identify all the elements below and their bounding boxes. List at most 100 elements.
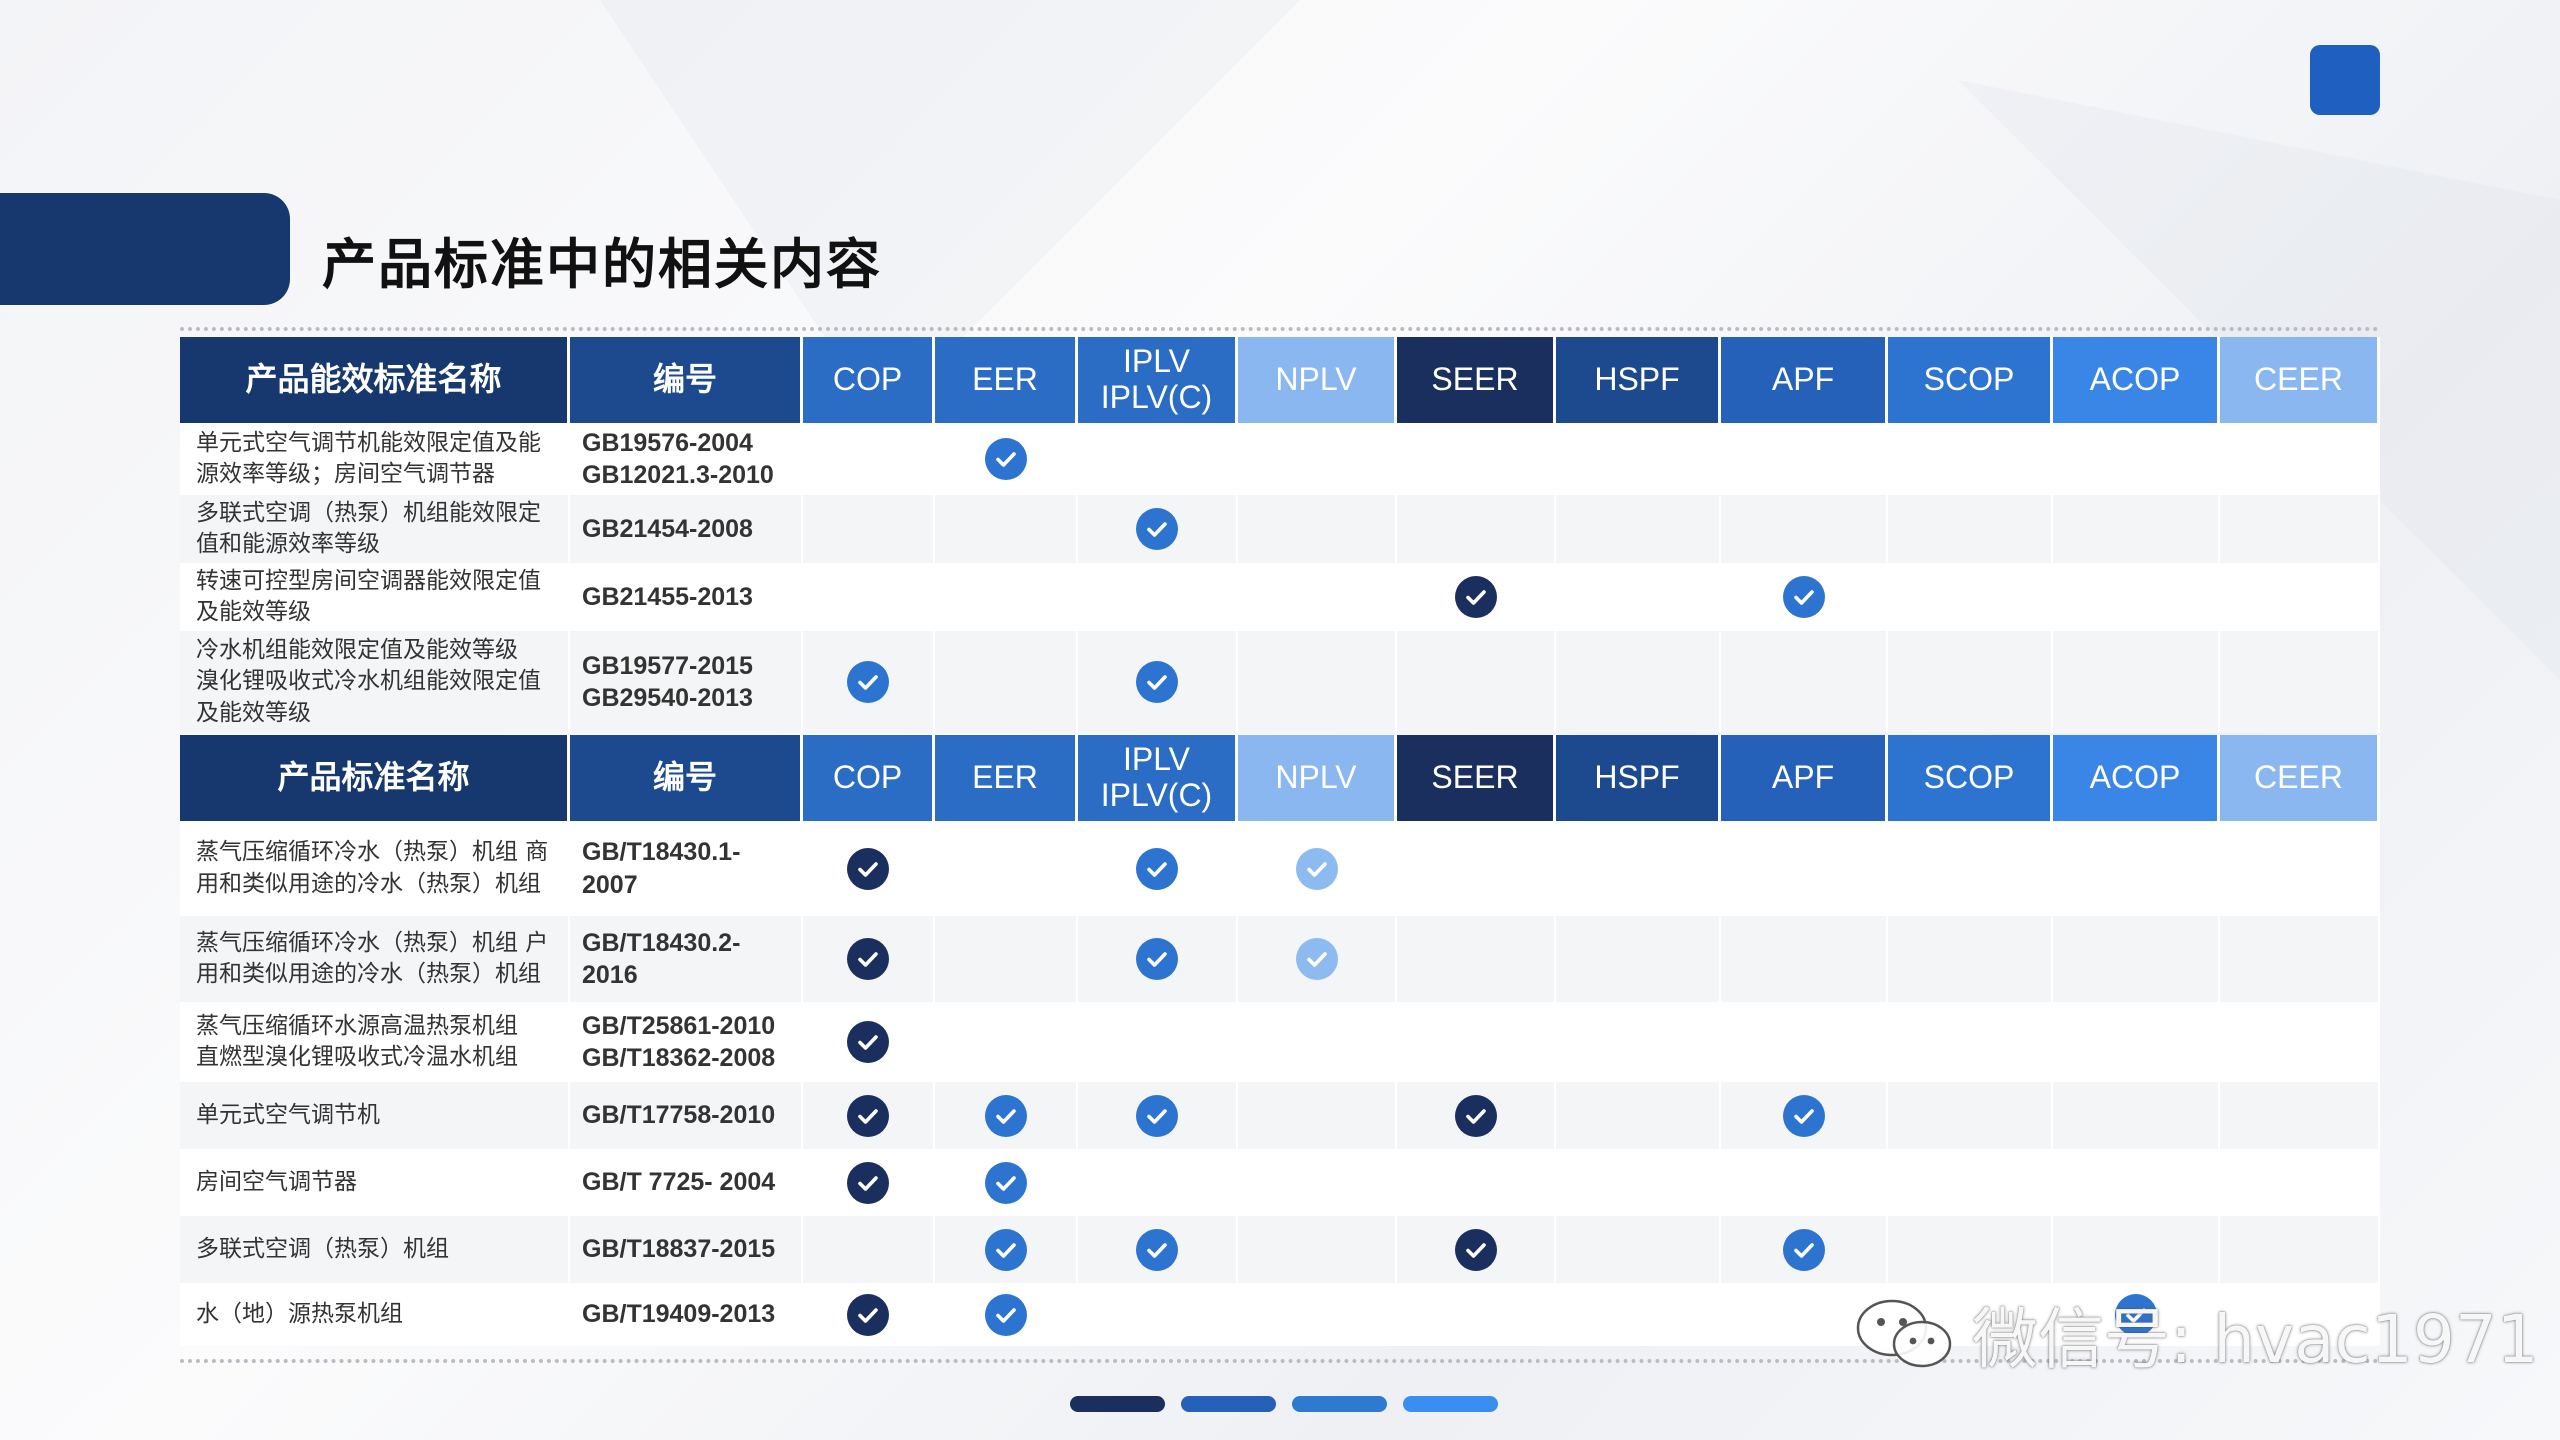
check-cell: [1078, 1082, 1238, 1149]
check-cell: [935, 821, 1078, 916]
check-cell: [1238, 1216, 1397, 1283]
check-cell: [1721, 1002, 1888, 1082]
check-cell: [935, 495, 1078, 563]
standard-name: 单元式空气调节机能效限定值及能 源效率等级；房间空气调节器: [180, 423, 570, 495]
check-cell: [935, 631, 1078, 733]
check-cell: [1721, 631, 1888, 733]
efficiency-header-row: 产品能效标准名称 编号 COP EER IPLV IPLV(C) NPLV SEER HSPF…: [180, 337, 2380, 423]
efficiency-header-cell: SCOP: [1888, 337, 2053, 423]
product-table-row: 蒸气压缩循环冷水（热泵）机组 商 用和类似用途的冷水（热泵）机组 GB/T1843…: [180, 821, 2380, 916]
product-header-cell: SEER: [1397, 735, 1556, 821]
check-cell: [1556, 1082, 1721, 1149]
check-cell: [1078, 1002, 1238, 1082]
check-cell: [1888, 423, 2053, 495]
check-cell: [1888, 563, 2053, 631]
check-cell: [2053, 916, 2220, 1002]
check-cell: [1888, 821, 2053, 916]
check-icon: [1782, 1228, 1825, 1271]
check-cell: [1888, 1216, 2053, 1283]
check-cell: [803, 563, 935, 631]
standard-code: GB21455-2013: [570, 563, 803, 631]
check-cell: [2220, 821, 2380, 916]
efficiency-header-cell: 产品能效标准名称: [180, 337, 570, 423]
standard-name: 单元式空气调节机: [180, 1082, 570, 1149]
standard-name: 蒸气压缩循环冷水（热泵）机组 户 用和类似用途的冷水（热泵）机组: [180, 916, 570, 1002]
check-cell: [1556, 1002, 1721, 1082]
check-cell: [2053, 495, 2220, 563]
efficiency-standards-table: 产品能效标准名称 编号 COP EER IPLV IPLV(C) NPLV SEER HSPF…: [180, 337, 2380, 733]
check-cell: [1238, 821, 1397, 916]
check-cell: [1556, 916, 1721, 1002]
check-cell: [1397, 1149, 1556, 1216]
check-icon: [1782, 1094, 1825, 1137]
standard-name: 冷水机组能效限定值及能效等级 溴化锂吸收式冷水机组能效限定值 及能效等级: [180, 631, 570, 733]
check-cell: [1556, 631, 1721, 733]
product-header-cell: NPLV: [1238, 735, 1397, 821]
check-icon: [984, 1293, 1027, 1336]
check-cell: [1721, 916, 1888, 1002]
check-cell: [1078, 1283, 1238, 1346]
check-icon: [1454, 1094, 1497, 1137]
check-cell: [1721, 423, 1888, 495]
page-dot-4[interactable]: [1403, 1396, 1498, 1412]
efficiency-header-cell: SEER: [1397, 337, 1556, 423]
check-icon: [847, 847, 889, 890]
product-header-cell: HSPF: [1556, 735, 1721, 821]
check-cell: [1078, 495, 1238, 563]
page-dot-2[interactable]: [1181, 1396, 1276, 1412]
check-cell: [2220, 1149, 2380, 1216]
check-cell: [1397, 631, 1556, 733]
title-accent-bar: [0, 193, 290, 305]
check-cell: [2220, 1082, 2380, 1149]
standard-name: 转速可控型房间空调器能效限定值 及能效等级: [180, 563, 570, 631]
standard-name: 蒸气压缩循环水源高温热泵机组 直燃型溴化锂吸收式冷温水机组: [180, 1002, 570, 1082]
check-cell: [1078, 821, 1238, 916]
check-cell: [1888, 1149, 2053, 1216]
check-cell: [1888, 916, 2053, 1002]
product-table-row: 蒸气压缩循环冷水（热泵）机组 户 用和类似用途的冷水（热泵）机组 GB/T1843…: [180, 916, 2380, 1002]
efficiency-header-cell: NPLV: [1238, 337, 1397, 423]
check-cell: [803, 1002, 935, 1082]
check-cell: [803, 631, 935, 733]
check-cell: [803, 916, 935, 1002]
check-cell: [1078, 916, 1238, 1002]
check-cell: [1556, 423, 1721, 495]
page-dot-3[interactable]: [1292, 1396, 1387, 1412]
standard-code: GB/T18430.2- 2016: [570, 916, 803, 1002]
product-header-cell: ACOP: [2053, 735, 2220, 821]
check-cell: [803, 1216, 935, 1283]
efficiency-header-cell: APF: [1721, 337, 1888, 423]
efficiency-table-row: 单元式空气调节机能效限定值及能 源效率等级；房间空气调节器 GB19576-200…: [180, 423, 2380, 495]
check-cell: [1078, 423, 1238, 495]
standard-name: 多联式空调（热泵）机组: [180, 1216, 570, 1283]
check-cell: [1397, 495, 1556, 563]
check-cell: [1238, 1283, 1397, 1346]
standard-name: 蒸气压缩循环冷水（热泵）机组 商 用和类似用途的冷水（热泵）机组: [180, 821, 570, 916]
efficiency-header-cell: EER: [935, 337, 1078, 423]
efficiency-header-cell: COP: [803, 337, 935, 423]
check-cell: [2053, 1216, 2220, 1283]
check-icon: [1295, 847, 1338, 890]
check-cell: [1238, 495, 1397, 563]
standard-code: GB21454-2008: [570, 495, 803, 563]
check-cell: [2053, 1002, 2220, 1082]
product-header-cell: SCOP: [1888, 735, 2053, 821]
check-icon: [1454, 576, 1497, 618]
check-cell: [935, 1082, 1078, 1149]
check-cell: [1556, 821, 1721, 916]
check-cell: [1721, 563, 1888, 631]
top-dotted-divider: [180, 327, 2380, 331]
check-cell: [935, 423, 1078, 495]
check-cell: [1556, 1283, 1721, 1346]
efficiency-header-cell: CEER: [2220, 337, 2380, 423]
check-cell: [1721, 1082, 1888, 1149]
standard-code: GB19577-2015 GB29540-2013: [570, 631, 803, 733]
check-icon: [984, 1094, 1027, 1137]
check-icon: [1136, 847, 1178, 890]
standard-code: GB/T18430.1- 2007: [570, 821, 803, 916]
page-dot-1[interactable]: [1070, 1396, 1165, 1412]
check-cell: [1397, 563, 1556, 631]
page-indicator: [1070, 1396, 1500, 1412]
check-icon: [984, 1161, 1027, 1204]
check-cell: [1888, 495, 2053, 563]
